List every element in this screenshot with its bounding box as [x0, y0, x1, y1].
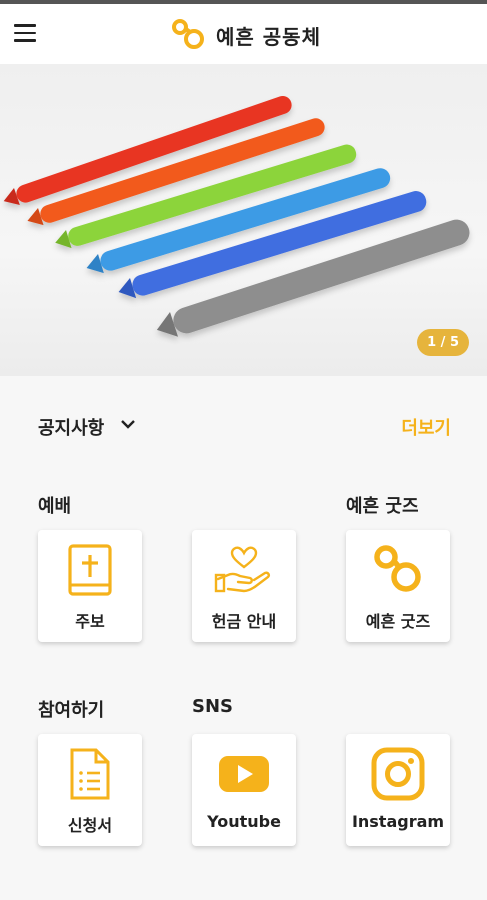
bulletin-label: 주보 — [75, 612, 105, 631]
hamburger-menu-icon[interactable] — [14, 24, 36, 42]
brand: 예흔 공동체 — [170, 18, 321, 52]
application-label: 신청서 — [67, 816, 113, 835]
notice-row: 공지사항 더보기 — [0, 400, 487, 450]
banner-carousel[interactable]: 1 / 5 — [0, 64, 487, 376]
application-tile[interactable]: 신청서 — [38, 734, 142, 846]
app-bar: 예흔 공동체 — [0, 4, 487, 64]
offering-tile[interactable]: 헌금 안내 — [192, 530, 296, 642]
youtube-icon — [219, 756, 269, 792]
section-goods-label: 예흔 굿즈 — [346, 496, 419, 517]
goods-label: 예흔 굿즈 — [365, 612, 431, 631]
instagram-label: Instagram — [351, 812, 445, 831]
more-link[interactable]: 더보기 — [401, 414, 451, 440]
goods-logo-icon — [374, 545, 421, 592]
youtube-tile[interactable]: Youtube — [192, 734, 296, 846]
section-sns-label: SNS — [192, 696, 233, 717]
banner-image — [3, 96, 470, 337]
giving-hand-heart-icon — [214, 546, 270, 593]
notice-title[interactable]: 공지사항 — [38, 414, 104, 440]
logo-icon — [172, 19, 204, 49]
page-indicator: 1 / 5 — [417, 329, 469, 356]
bulletin-tile[interactable]: 주보 — [38, 530, 142, 642]
bible-icon — [68, 544, 112, 596]
youtube-label: Youtube — [207, 812, 281, 831]
section-worship-label: 예배 — [38, 496, 72, 517]
section-participate-label: 참여하기 — [38, 700, 105, 721]
instagram-icon — [371, 747, 425, 801]
goods-tile[interactable]: 예흔 굿즈 — [346, 530, 450, 642]
instagram-tile[interactable]: Instagram — [346, 734, 450, 846]
chevron-down-icon[interactable] — [120, 418, 136, 430]
document-icon — [70, 748, 110, 800]
offering-label: 헌금 안내 — [211, 612, 277, 631]
app-title: 예흔 공동체 — [216, 24, 321, 49]
